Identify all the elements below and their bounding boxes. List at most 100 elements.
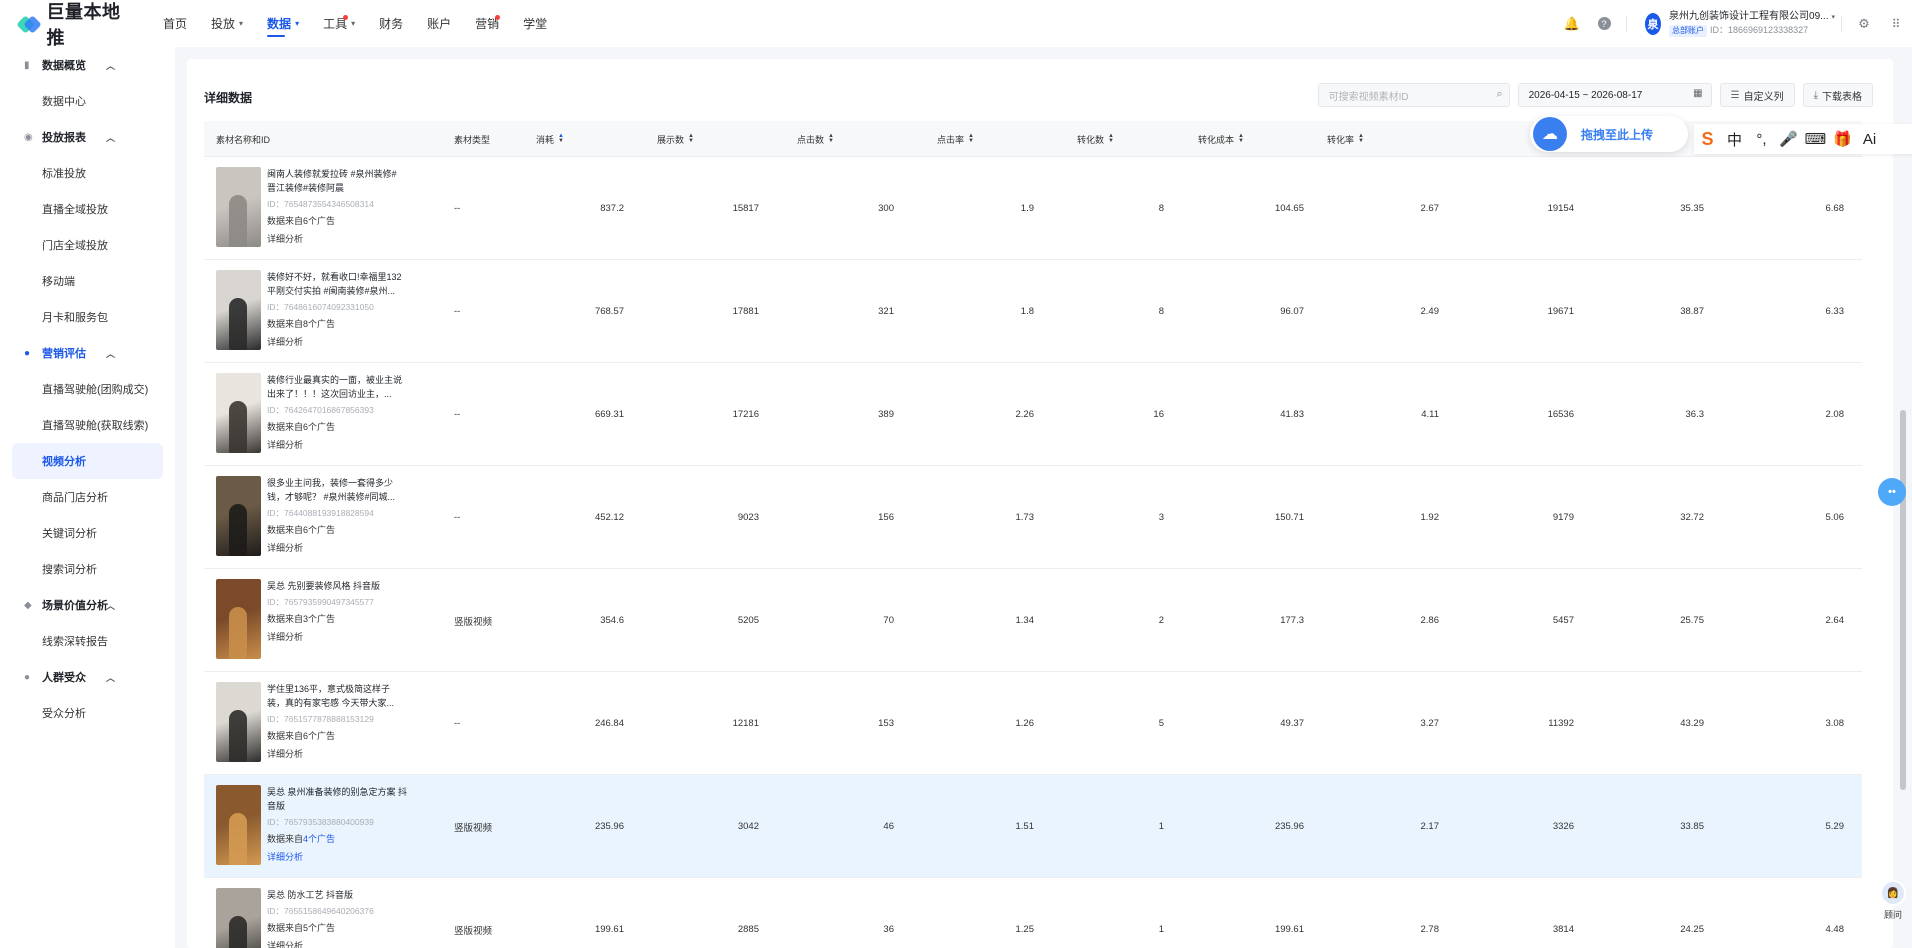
table-row[interactable]: 装修行业最真实的一面，被业主说出来了！！！这次回访业主，... ID：764264… [204, 363, 1862, 466]
sidebar-item[interactable]: 月卡和服务包 [12, 299, 163, 335]
sidebar-item[interactable]: 移动端 [12, 263, 163, 299]
table-row[interactable]: 装修好不好，就看收口!幸福里132平刚交付实拍 #闽南装修#泉州... ID：76… [204, 260, 1862, 363]
column-header[interactable]: 展示数 ▲ ▼ [624, 121, 694, 157]
nav-item[interactable]: 数据 ▾ [255, 0, 311, 47]
assistant-bot-icon[interactable]: •• [1878, 478, 1906, 506]
chevron-up-icon[interactable]: ︿ [106, 347, 115, 360]
nav-item[interactable]: 账户 [415, 0, 463, 47]
table-row[interactable]: 闽南人装修就爱拉砖 #泉州装修# 晋江装修#装修阿晨 ID：76548735543… [204, 157, 1862, 260]
column-header[interactable]: 点击率 ▲ ▼ [884, 121, 974, 157]
sidebar-item[interactable]: 直播驾驶舱(获取线索) [12, 407, 163, 443]
detail-analysis-link[interactable]: 详细分析 [267, 939, 407, 948]
video-thumbnail[interactable] [216, 270, 261, 350]
ai-icon[interactable]: Ai [1856, 131, 1883, 148]
sidebar-item[interactable]: 直播全域投放 [12, 191, 163, 227]
date-range-picker[interactable]: 2026-04-15 ~ 2026-08-17 ▦ [1517, 83, 1712, 107]
punctuation-icon[interactable]: °, [1748, 131, 1775, 148]
drag-upload-pill[interactable]: ☁ 拖拽至此上传 [1530, 116, 1688, 152]
table-row[interactable]: 吴总 防水工艺 抖音版 ID：7655158649640206376 数据来自5个广… [204, 878, 1862, 948]
keyboard-icon[interactable]: ⌨ [1802, 130, 1829, 148]
sort-icon[interactable]: ▲ ▼ [968, 133, 974, 144]
search-input[interactable]: 可搜索视频素材ID ⌕ [1317, 83, 1510, 107]
nav-item[interactable]: 投放 ▾ [199, 0, 255, 47]
sort-icon[interactable]: ▲ ▼ [828, 133, 834, 144]
sort-icon[interactable]: ▲ ▼ [1238, 133, 1244, 144]
detail-analysis-link[interactable]: 详细分析 [267, 232, 407, 246]
sidebar-item[interactable]: 受众分析 [12, 695, 163, 731]
detail-analysis-link[interactable]: 详细分析 [267, 747, 407, 761]
settings-icon[interactable]: ⚙ [1848, 0, 1880, 47]
ad-count-link[interactable]: 8个广告 [303, 319, 335, 329]
ad-count-link[interactable]: 6个广告 [303, 216, 335, 226]
sidebar-item[interactable]: 搜索词分析 [12, 551, 163, 587]
ad-count-link[interactable]: 3个广告 [303, 614, 335, 624]
sidebar-item[interactable]: 数据中心 [12, 83, 163, 119]
chevron-up-icon[interactable]: ︿ [106, 131, 115, 144]
video-thumbnail[interactable] [216, 682, 261, 762]
sidebar-item[interactable]: 视频分析 [12, 443, 163, 479]
help-icon[interactable]: ? [1588, 0, 1620, 47]
column-header[interactable]: 点击数 ▲ ▼ [754, 121, 834, 157]
video-thumbnail[interactable] [216, 476, 261, 556]
sidebar-item[interactable]: 线索深转报告 [12, 623, 163, 659]
ime-toolbar[interactable]: S 中 °, 🎤 ⌨ 🎁 Ai [1694, 124, 1912, 154]
nav-item[interactable]: 首页 [151, 0, 199, 47]
sidebar-group[interactable]: ◆ 场景价值分析 ︿ [0, 587, 175, 623]
sort-icon[interactable]: ▲ ▼ [688, 133, 694, 144]
sidebar-item[interactable]: 标准投放 [12, 155, 163, 191]
sidebar-group[interactable]: ● 营销评估 ︿ [0, 335, 175, 371]
table-row[interactable]: 吴总 先别要装修风格 抖音版 ID：7657935990497345577 数据来自… [204, 569, 1862, 672]
table-row[interactable]: 学住里136平，意式极简这样子装，真的有家宅感 今天带大家... ID：76515… [204, 672, 1862, 775]
sort-icon[interactable]: ▲ ▼ [1358, 133, 1364, 144]
search-icon[interactable]: ⌕ [1496, 88, 1502, 101]
chevron-up-icon[interactable]: ︿ [106, 59, 115, 72]
sidebar-group[interactable]: ● 人群受众 ︿ [0, 659, 175, 695]
ad-count-link[interactable]: 5个广告 [303, 923, 335, 933]
bell-icon[interactable]: 🔔 [1556, 0, 1588, 47]
nav-item[interactable]: 营销 [463, 0, 511, 47]
detail-analysis-link[interactable]: 详细分析 [267, 438, 407, 452]
sidebar-group[interactable]: ▮ 数据概览 ︿ [0, 47, 175, 83]
account-switcher[interactable]: 泉 泉州九创装饰设计工程有限公司09... ▾ 总部账户 ID：1866969123… [1645, 11, 1835, 37]
advisor-button[interactable]: 👩 顾问 [1878, 880, 1908, 924]
sort-icon[interactable]: ▲ ▼ [558, 133, 564, 144]
nav-item[interactable]: 财务 [367, 0, 415, 47]
table-row[interactable]: 很多业主问我，装修一套得多少钱，才够呢？ #泉州装修#同城... ID：76440… [204, 466, 1862, 569]
video-thumbnail[interactable] [216, 167, 261, 247]
download-button[interactable]: ⤓ 下载表格 [1802, 83, 1873, 107]
column-header[interactable]: 转化率 ▲ ▼ [1294, 121, 1364, 157]
column-header[interactable]: 转化数 ▲ ▼ [1024, 121, 1114, 157]
chevron-up-icon[interactable]: ︿ [106, 599, 115, 612]
sidebar-item[interactable]: 关键词分析 [12, 515, 163, 551]
sidebar-item[interactable]: 商品门店分析 [12, 479, 163, 515]
nav-item[interactable]: 工具 ▾ [311, 0, 367, 47]
sogou-logo-icon[interactable]: S [1694, 129, 1721, 150]
gift-icon[interactable]: 🎁 [1829, 130, 1856, 148]
detail-analysis-link[interactable]: 详细分析 [267, 541, 407, 555]
sort-icon[interactable]: ▲ ▼ [1108, 133, 1114, 144]
ad-count-link[interactable]: 4个广告 [303, 834, 335, 844]
nav-item[interactable]: 学堂 [511, 0, 559, 47]
ad-count-link[interactable]: 6个广告 [303, 422, 335, 432]
sidebar-item[interactable]: 直播驾驶舱(团购成交) [12, 371, 163, 407]
column-header[interactable]: 消耗 ▲ ▼ [504, 121, 564, 157]
video-thumbnail[interactable] [216, 373, 261, 453]
table-row[interactable]: 吴总 泉州准备装修的别急定方案 抖音版 ID：765793538388040093… [204, 775, 1862, 878]
video-thumbnail[interactable] [216, 579, 261, 659]
chevron-up-icon[interactable]: ︿ [106, 671, 115, 684]
detail-analysis-link[interactable]: 详细分析 [267, 335, 407, 349]
microphone-icon[interactable]: 🎤 [1775, 130, 1802, 148]
ad-count-link[interactable]: 6个广告 [303, 525, 335, 535]
sidebar-group[interactable]: ◉ 投放报表 ︿ [0, 119, 175, 155]
page-scrollbar[interactable] [1900, 410, 1906, 790]
sidebar-item[interactable]: 门店全域投放 [12, 227, 163, 263]
chinese-mode-icon[interactable]: 中 [1721, 129, 1748, 150]
detail-analysis-link[interactable]: 详细分析 [267, 630, 407, 644]
custom-columns-button[interactable]: ☰ 自定义列 [1719, 83, 1795, 107]
brand-logo[interactable]: 巨量本地推 [16, 0, 137, 50]
apps-grid-icon[interactable]: ⠿ [1880, 0, 1912, 47]
detail-analysis-link[interactable]: 详细分析 [267, 850, 407, 864]
video-thumbnail[interactable] [216, 888, 261, 948]
video-thumbnail[interactable] [216, 785, 261, 865]
ad-count-link[interactable]: 6个广告 [303, 731, 335, 741]
